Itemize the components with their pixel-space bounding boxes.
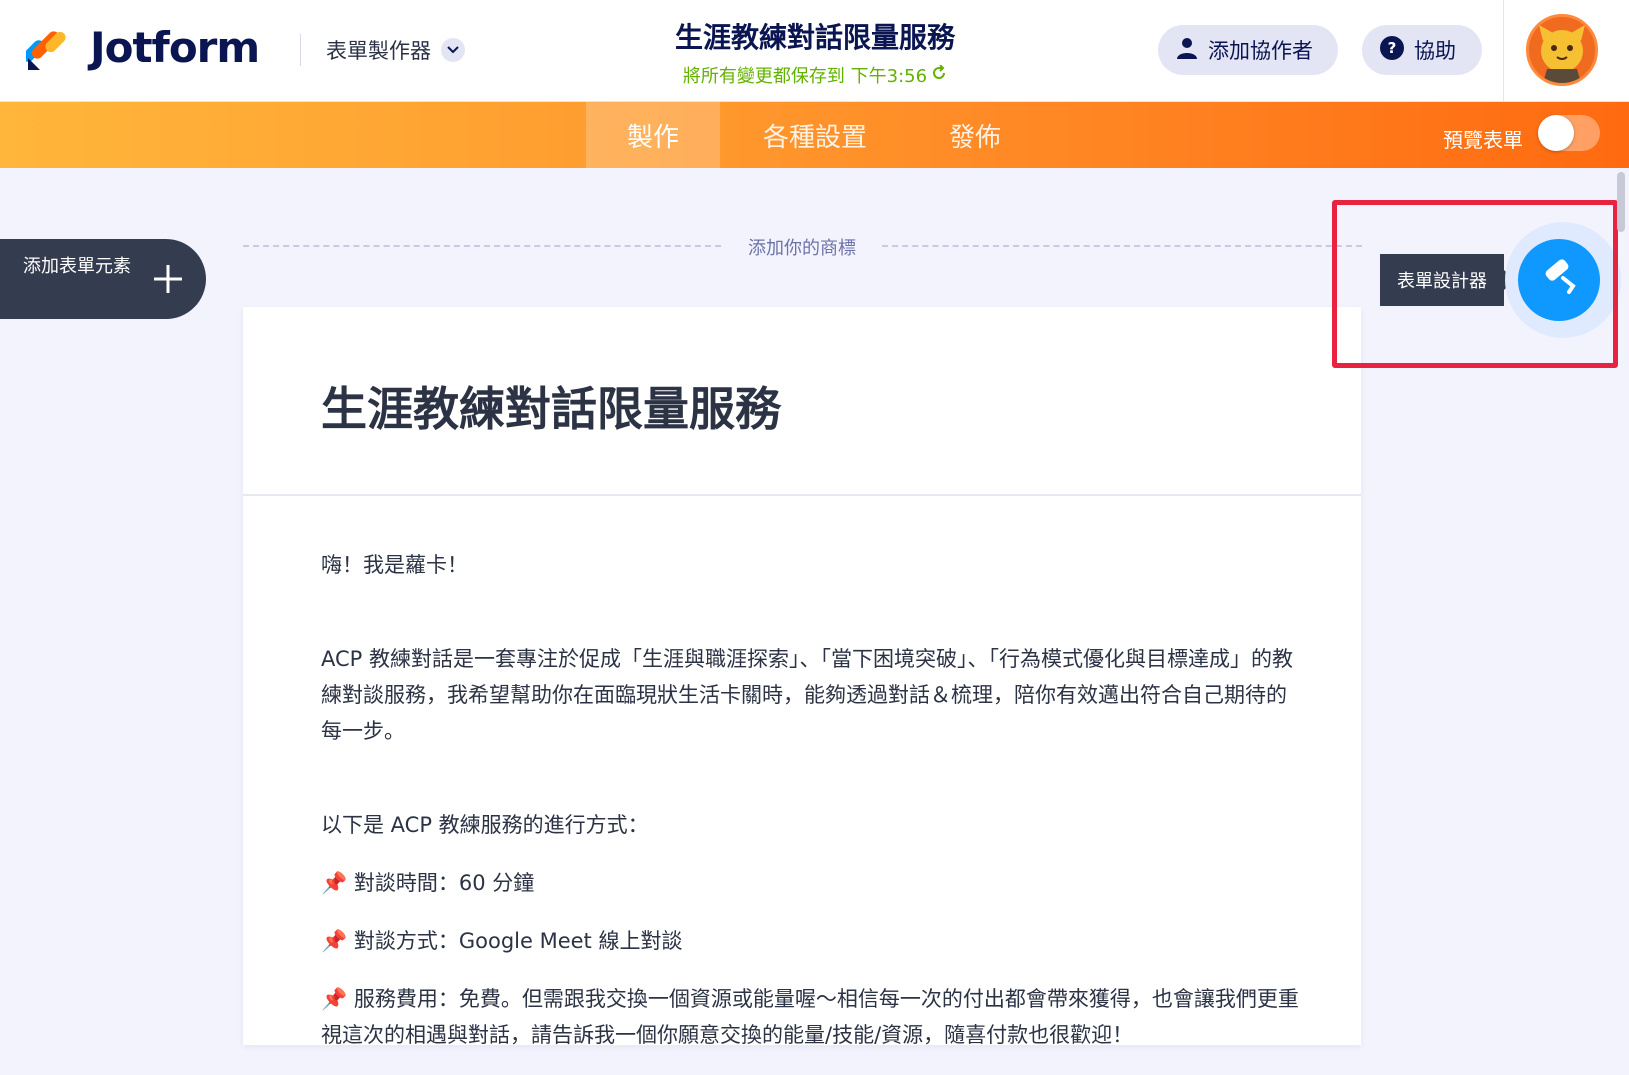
add-collaborator-label: 添加協作者 xyxy=(1208,39,1313,63)
chevron-down-icon xyxy=(441,38,465,62)
logo-dashed-line-right xyxy=(882,245,1362,247)
form-heading[interactable]: 生涯教練對話限量服務 xyxy=(321,373,781,439)
jotform-logo[interactable]: Jotform xyxy=(22,22,260,72)
list-item-text: 對談時間：60 分鐘 xyxy=(353,871,535,895)
tab-build[interactable]: 製作 xyxy=(586,102,720,168)
tab-settings[interactable]: 各種設置 xyxy=(740,102,890,168)
list-item: 📌 對談時間：60 分鐘 xyxy=(321,865,1301,901)
intro-text: ACP 教練對話是一套專注於促成「生涯與職涯探索」、「當下困境突破」、「行為模式… xyxy=(321,647,1293,743)
pushpin-icon: 📌 xyxy=(321,929,348,953)
add-collaborator-button[interactable]: 添加協作者 xyxy=(1158,25,1338,75)
help-label: 協助 xyxy=(1414,39,1456,63)
help-button[interactable]: ? 協助 xyxy=(1362,25,1482,75)
list-item-text: 服務費用：免費。但需跟我交換一個資源或能量喔～相信每一次的付出都會帶來獲得，也會… xyxy=(321,987,1299,1047)
pushpin-icon: 📌 xyxy=(321,987,348,1011)
user-icon xyxy=(1176,37,1198,64)
list-item-text: 對談方式：Google Meet 線上對談 xyxy=(353,929,683,953)
top-header: Jotform 表單製作器 生涯教練對話限量服務 將所有變更都保存到 下午3:5… xyxy=(0,0,1629,102)
method-intro-text: 以下是 ACP 教練服務的進行方式： xyxy=(321,813,649,837)
builder-menu-dropdown[interactable]: 表單製作器 xyxy=(326,34,465,66)
add-form-element-button[interactable]: 添加表單元素 xyxy=(0,239,206,319)
brand-name: Jotform xyxy=(90,22,260,72)
toggle-knob xyxy=(1538,115,1574,151)
preview-form-label: 預覽表單 xyxy=(1443,128,1523,152)
designer-highlight-box xyxy=(1332,200,1618,368)
pushpin-icon: 📌 xyxy=(321,871,348,895)
logo-dashed-line-left xyxy=(243,245,721,247)
refresh-icon xyxy=(931,63,947,86)
tab-publish[interactable]: 發佈 xyxy=(910,102,1040,168)
greeting-text: 嗨！我是蘿卡！ xyxy=(321,553,468,577)
preview-form-toggle[interactable] xyxy=(1538,115,1600,151)
builder-menu-label: 表單製作器 xyxy=(326,39,431,63)
form-card: 生涯教練對話限量服務 嗨！我是蘿卡！ ACP 教練對話是一套專注於促成「生涯與職… xyxy=(243,307,1361,1047)
save-status-text: 將所有變更都保存到 下午3:56 xyxy=(682,66,928,87)
builder-navbar: 製作 各種設置 發佈 預覽表單 xyxy=(0,102,1629,168)
add-form-element-label: 添加表單元素 xyxy=(23,256,131,277)
jotform-logo-icon xyxy=(22,24,70,70)
form-title[interactable]: 生涯教練對話限量服務 xyxy=(560,16,1070,56)
heading-divider xyxy=(243,494,1361,496)
svg-text:?: ? xyxy=(1388,39,1397,57)
save-status: 將所有變更都保存到 下午3:56 xyxy=(560,62,1070,88)
page-scrollbar[interactable] xyxy=(1617,172,1625,232)
question-icon: ? xyxy=(1380,35,1404,65)
add-logo-link[interactable]: 添加你的商標 xyxy=(722,234,882,260)
list-item: 📌 服務費用：免費。但需跟我交換一個資源或能量喔～相信每一次的付出都會帶來獲得，… xyxy=(321,981,1301,1053)
form-title-area: 生涯教練對話限量服務 將所有變更都保存到 下午3:56 xyxy=(560,16,1070,88)
header-divider xyxy=(300,34,301,66)
form-paragraph[interactable]: 嗨！我是蘿卡！ ACP 教練對話是一套專注於促成「生涯與職涯探索」、「當下困境突… xyxy=(321,547,1301,1075)
list-item: 📌 對談方式：Google Meet 線上對談 xyxy=(321,923,1301,959)
user-avatar[interactable] xyxy=(1526,14,1598,86)
header-divider-right xyxy=(1503,0,1504,102)
plus-icon xyxy=(150,259,186,299)
